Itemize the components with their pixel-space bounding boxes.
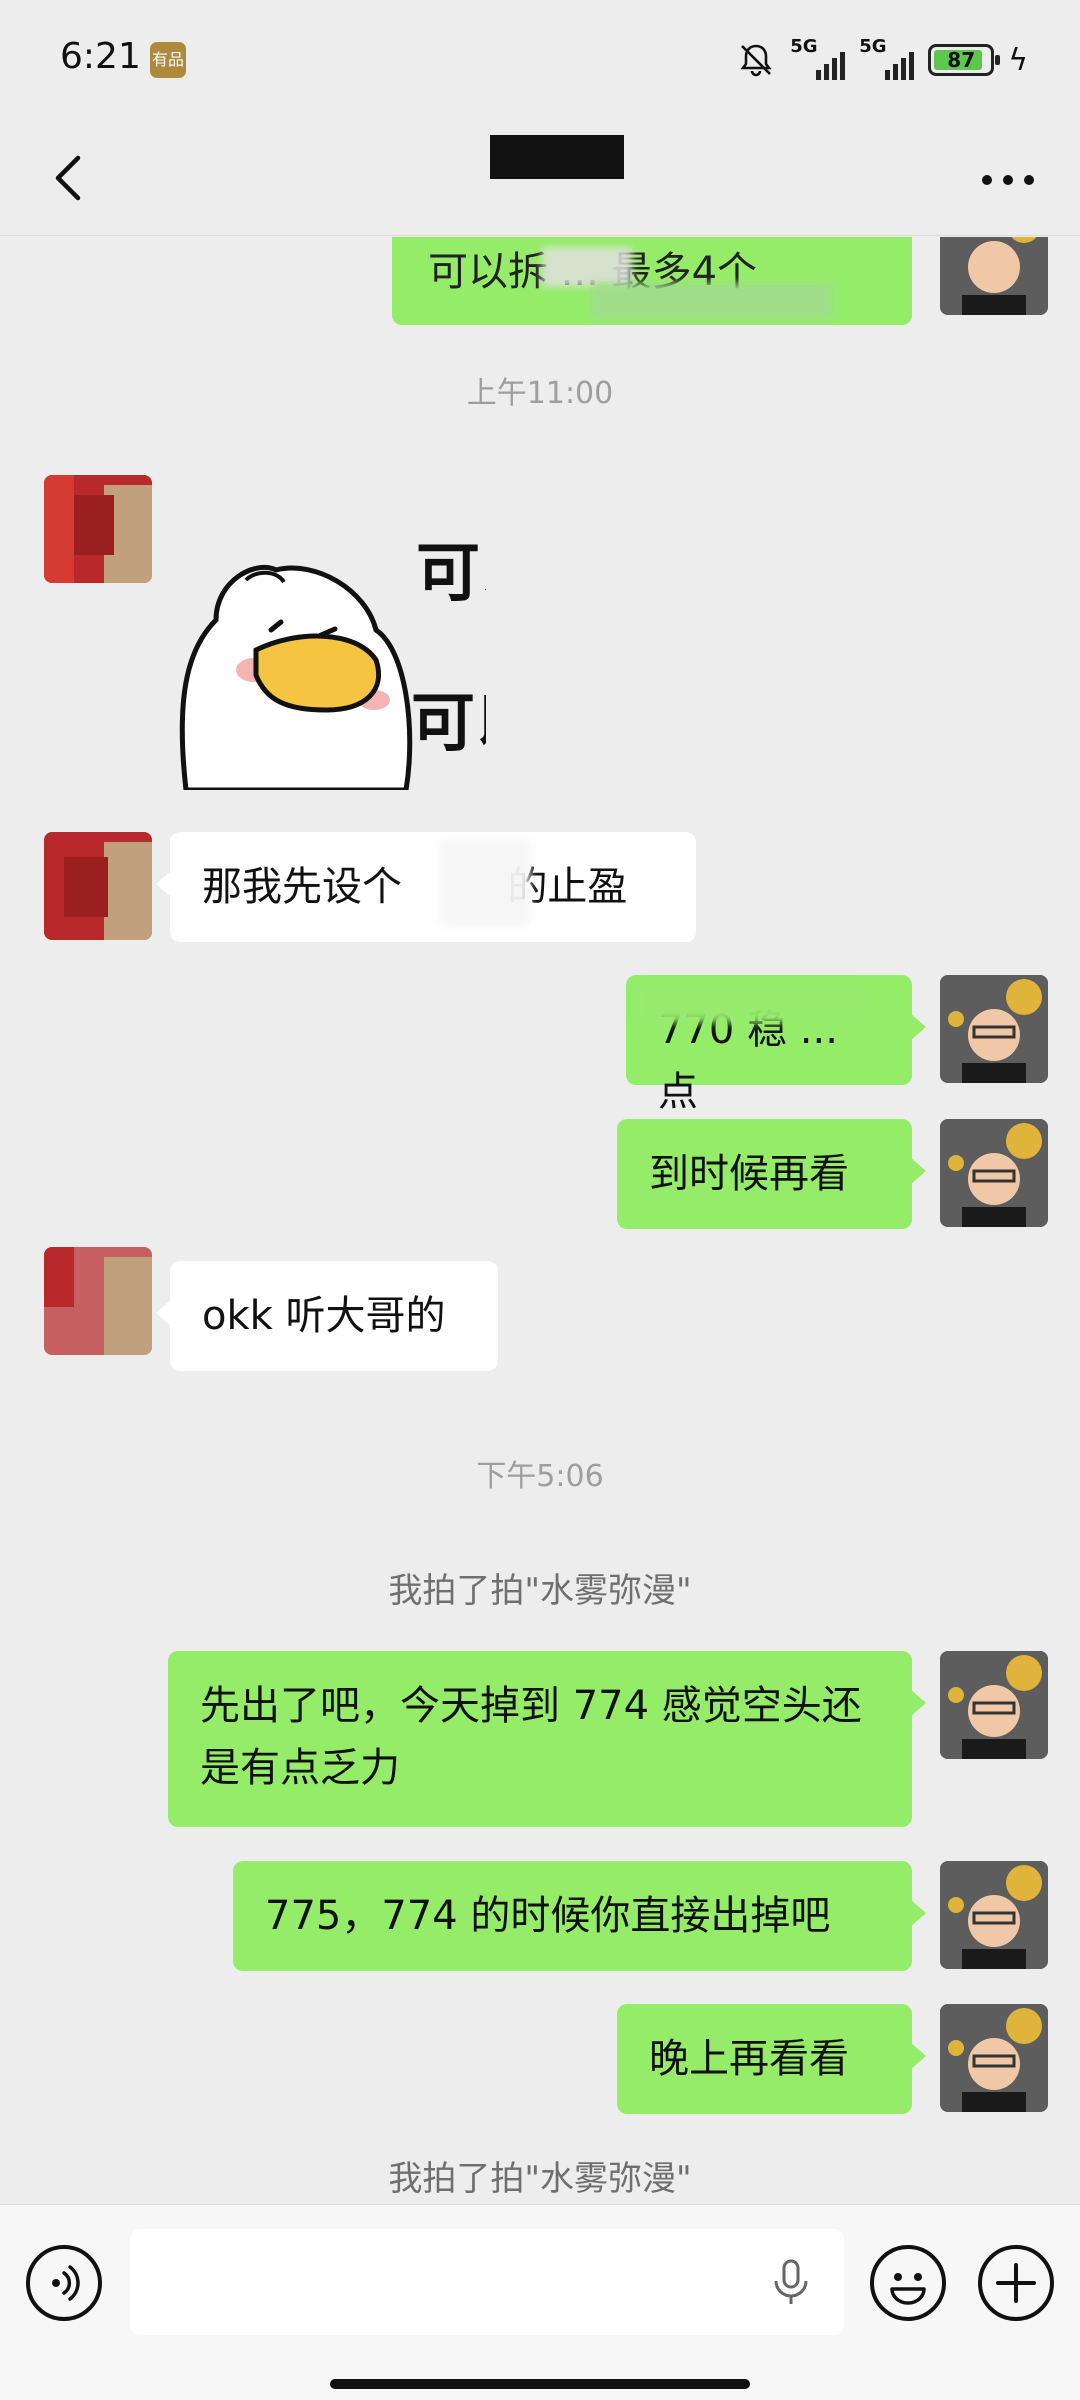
message-list[interactable]: 可以拆 ... 最多4个 上午11:00 可以 可以 bbox=[0, 237, 1080, 2204]
message-bubble[interactable]: 晚上再看看 bbox=[617, 2004, 926, 2114]
message-text: 775，774 的时候你直接出掉吧 bbox=[265, 1893, 831, 1939]
message-bubble-partial[interactable]: 可以拆 ... 最多4个 bbox=[392, 237, 912, 325]
avatar-me[interactable] bbox=[940, 975, 1048, 1083]
avatar-contact[interactable] bbox=[44, 475, 152, 583]
status-time: 6:21 bbox=[60, 36, 141, 77]
signal-icon: 5G bbox=[790, 36, 846, 80]
avatar-me[interactable] bbox=[940, 1651, 1048, 1759]
bell-off-icon bbox=[740, 44, 772, 77]
duck-sticker[interactable]: 可以 可以 bbox=[176, 500, 486, 790]
signal-icon: 5G bbox=[859, 36, 915, 80]
avatar-contact[interactable] bbox=[44, 832, 152, 940]
timestamp: 上午11:00 bbox=[466, 376, 614, 411]
message-bubble[interactable]: 先出了吧，今天掉到 774 感觉空头还是有点乏力 bbox=[168, 1651, 926, 1827]
sticker-text: 可以 bbox=[416, 537, 486, 611]
charging-icon: ϟ bbox=[1008, 42, 1028, 78]
battery-icon: 87 bbox=[928, 44, 1001, 76]
message-text: 770 稳 ... 点 bbox=[658, 1007, 838, 1115]
network-label: 5G bbox=[859, 36, 887, 57]
avatar-me[interactable] bbox=[940, 2004, 1048, 2112]
message-bubble[interactable]: okk 听大哥的 bbox=[156, 1261, 498, 1371]
timestamp: 下午5:06 bbox=[476, 1459, 604, 1494]
message-text: 到时候再看 bbox=[649, 1151, 849, 1197]
pat-notice: 我拍了拍"水雾弥漫" bbox=[388, 2159, 692, 2199]
home-indicator[interactable] bbox=[330, 2379, 750, 2389]
status-bar: 6:21 有品 5G 5G 87 ϟ bbox=[0, 0, 1080, 120]
sticker-text: 可以 bbox=[411, 687, 486, 761]
message-bubble[interactable]: 770 稳 ... 点 bbox=[626, 975, 926, 1115]
app-badge: 有品 bbox=[150, 42, 186, 78]
voice-icon[interactable] bbox=[26, 2245, 102, 2321]
chat-title-redacted bbox=[490, 135, 624, 179]
emoji-icon[interactable] bbox=[870, 2245, 946, 2321]
network-label: 5G bbox=[790, 36, 818, 57]
more-dots-icon[interactable] bbox=[972, 150, 1044, 210]
pat-notice: 我拍了拍"水雾弥漫" bbox=[388, 1571, 692, 1611]
avatar-contact[interactable] bbox=[44, 1247, 152, 1355]
message-text: 那我先设个 bbox=[202, 864, 402, 910]
message-text: 晚上再看看 bbox=[649, 2036, 849, 2082]
microphone-icon[interactable] bbox=[766, 2257, 816, 2307]
avatar-me[interactable] bbox=[940, 1119, 1048, 1227]
message-text: okk 听大哥的 bbox=[202, 1293, 446, 1339]
avatar-me[interactable] bbox=[940, 1861, 1048, 1969]
chevron-left-icon[interactable] bbox=[38, 146, 102, 210]
plus-icon[interactable] bbox=[978, 2245, 1054, 2321]
chat-screen: 6:21 有品 5G 5G 87 ϟ 可以拆 最多4个 上午11:00 可 可 … bbox=[0, 0, 1080, 2400]
message-bubble[interactable]: 775，774 的时候你直接出掉吧 bbox=[233, 1861, 926, 1971]
message-bubble[interactable]: 那我先设个 的止盈 bbox=[156, 832, 696, 942]
battery-level: 87 bbox=[947, 48, 976, 72]
status-icons: 5G 5G 87 ϟ bbox=[736, 36, 1028, 82]
message-bubble[interactable]: 到时候再看 bbox=[617, 1119, 926, 1229]
avatar-me[interactable] bbox=[940, 237, 1048, 315]
message-input[interactable] bbox=[130, 2229, 844, 2335]
input-bar bbox=[0, 2204, 1080, 2400]
message-text: 先出了吧，今天掉到 774 感觉空头还是有点乏力 bbox=[200, 1683, 862, 1791]
